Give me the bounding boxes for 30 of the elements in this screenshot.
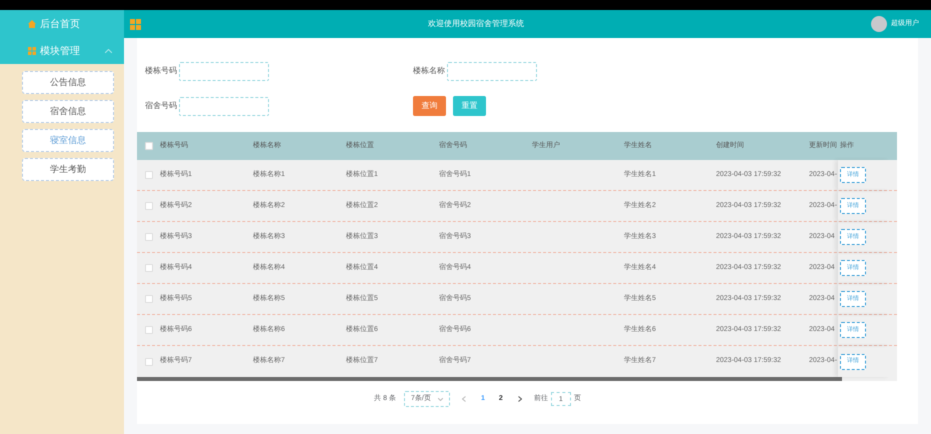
search-field[interactable] <box>179 62 269 81</box>
previous-page-icon[interactable] <box>462 396 466 402</box>
row-checkbox[interactable] <box>144 171 152 179</box>
row-checkbox[interactable] <box>144 326 152 334</box>
row-checkbox[interactable] <box>144 233 152 241</box>
home-icon <box>28 20 36 28</box>
search-button[interactable]: 查询 <box>413 96 446 116</box>
horizontal-scrollbar[interactable] <box>137 377 842 381</box>
row-checkbox[interactable] <box>144 295 152 303</box>
row-checkbox[interactable] <box>144 142 152 150</box>
sidebar-home-item[interactable]: 后台首页 <box>0 10 124 38</box>
row-checkbox[interactable] <box>144 358 152 366</box>
sidebar-item[interactable]: 寝室信息 <box>22 129 114 152</box>
group-label: 模块管理 <box>40 44 81 58</box>
caret-icon <box>438 398 443 400</box>
sidebar-item[interactable]: 学生考勤 <box>22 158 114 181</box>
row-checkbox[interactable] <box>144 264 152 272</box>
home-label: 后台首页 <box>40 18 80 32</box>
app-title: 欢迎使用校园宿舍管理系统 <box>428 18 524 30</box>
grid-icon[interactable] <box>130 18 141 30</box>
grid-icon <box>28 47 36 55</box>
search-field[interactable] <box>447 62 537 81</box>
sidebar-group-header[interactable]: 模块管理 <box>0 38 124 64</box>
sidebar-item[interactable]: 公告信息 <box>22 71 114 94</box>
search-field[interactable] <box>179 96 269 116</box>
next-page-icon[interactable] <box>518 396 522 402</box>
sidebar-item[interactable]: 宿舍信息 <box>22 100 114 123</box>
avatar[interactable] <box>871 16 887 32</box>
row-checkbox[interactable] <box>144 202 152 210</box>
reset-button[interactable]: 重置 <box>453 96 486 116</box>
